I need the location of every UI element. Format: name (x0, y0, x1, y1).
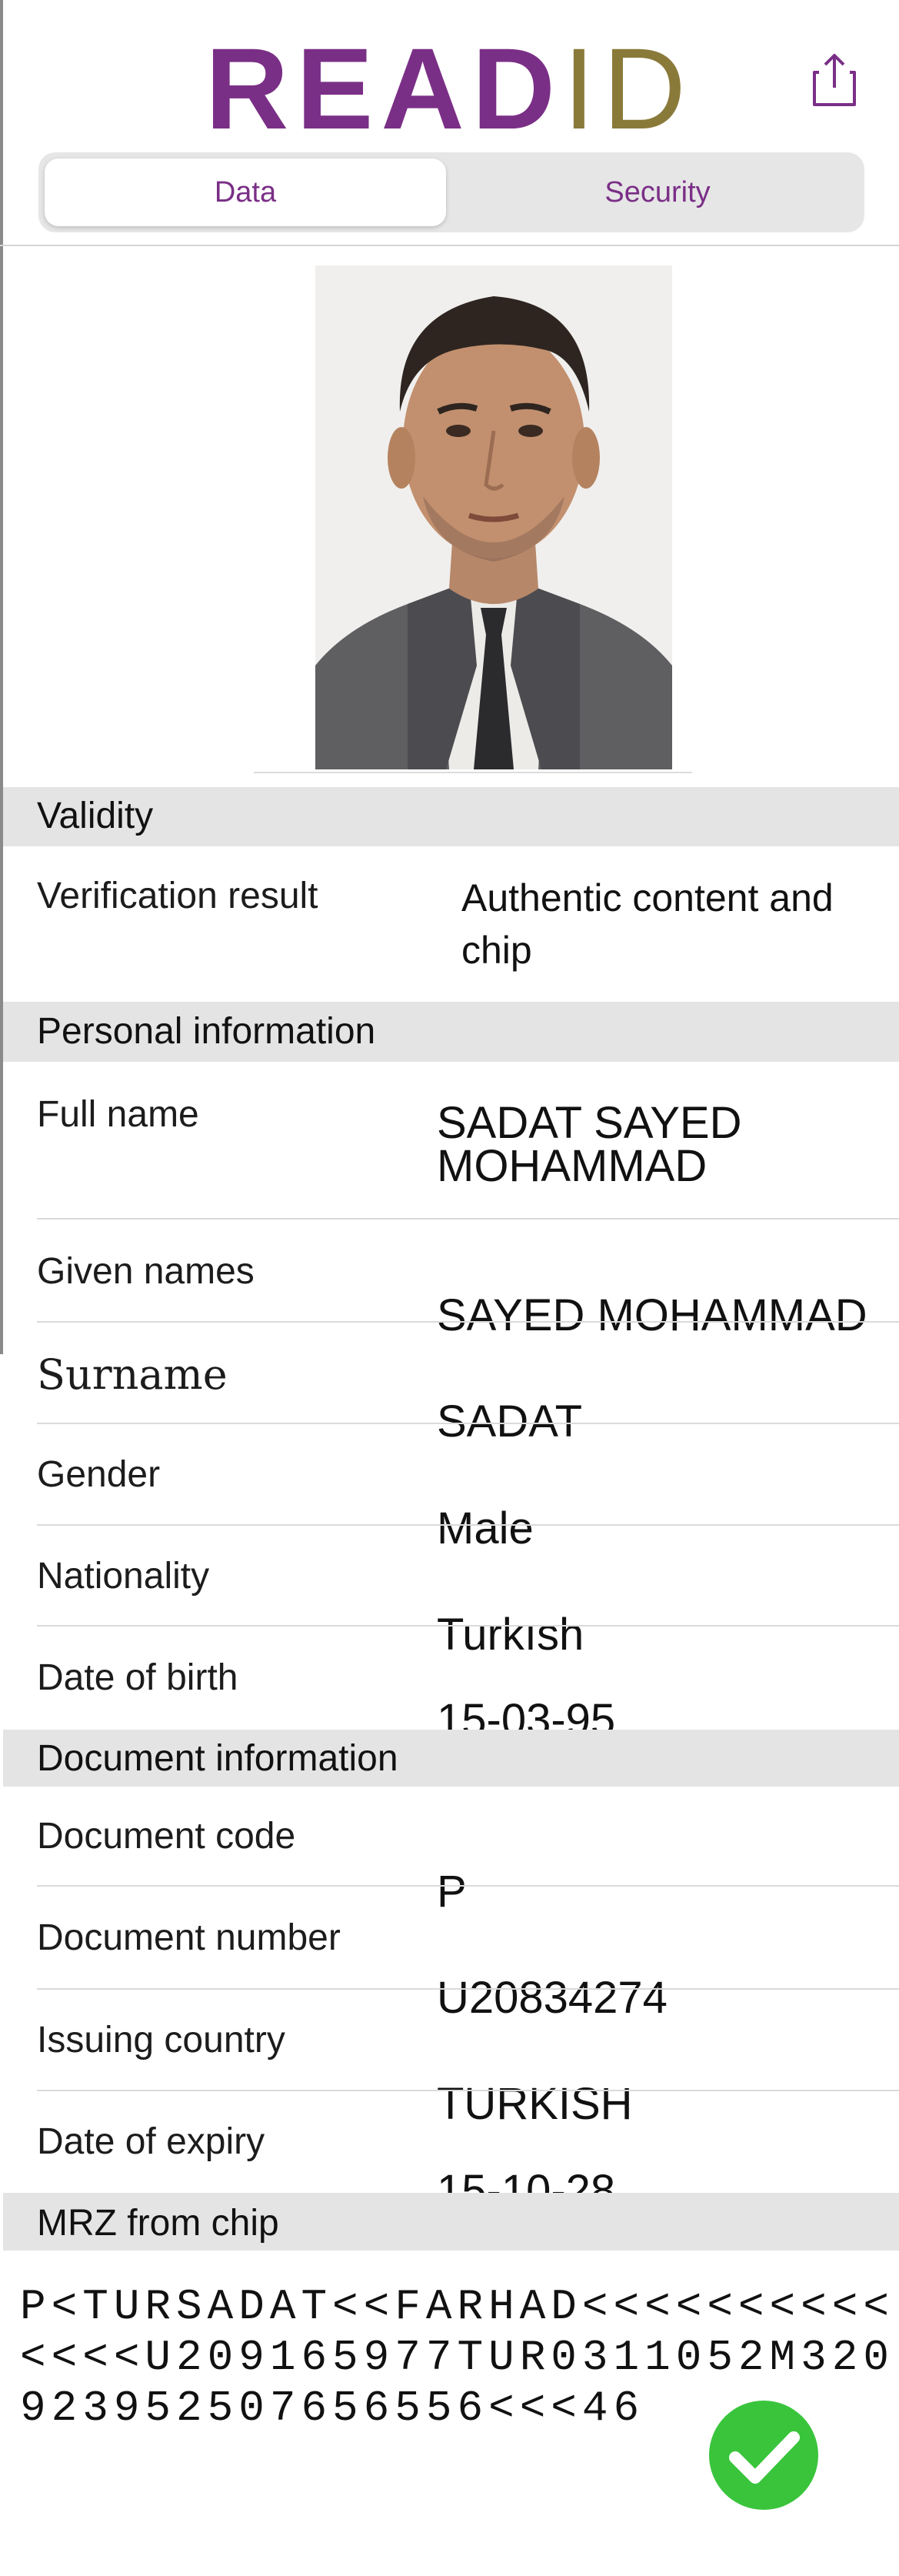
section-personal-information: Personal information (3, 1002, 899, 1062)
check-circle-icon (708, 2399, 820, 2511)
gender-value: Male (437, 1503, 534, 1553)
mrz-line: <<<<U209165977TUR0311052M320 (20, 2333, 894, 2382)
given-names-label: Given names (37, 1251, 255, 1292)
section-title: Personal information (37, 1011, 376, 1052)
surname-value: SADAT (437, 1396, 583, 1446)
logo-read: READ (205, 24, 564, 153)
share-icon[interactable] (811, 52, 857, 108)
photo-divider (254, 772, 692, 773)
document-code-label: Document code (37, 1816, 296, 1857)
nationality-value: Turkısh (437, 1610, 584, 1660)
section-title: Document information (37, 1738, 398, 1779)
left-edge-border (0, 0, 3, 1354)
row-divider (37, 1988, 899, 1990)
surname-label: Surname (37, 1350, 228, 1399)
app-logo: READID (0, 31, 899, 146)
document-code-value: P (437, 1867, 467, 1917)
mrz-line: P<TURSADAT<<FARHAD<<<<<<<<<< (20, 2282, 894, 2331)
nationality-label: Nationality (37, 1556, 210, 1597)
document-number-label: Document number (37, 1917, 341, 1958)
gender-label: Gender (37, 1454, 161, 1495)
segmented-control: Data Security (38, 152, 864, 232)
section-title: MRZ from chip (37, 2203, 279, 2244)
section-mrz: MRZ from chip (3, 2193, 899, 2251)
verification-result-value: Authentic content and chip (461, 876, 834, 972)
date-of-birth-label: Date of birth (37, 1657, 238, 1698)
issuing-country-value: TURKISH (437, 2079, 633, 2129)
holder-photo (315, 265, 672, 769)
verification-result-label: Verification result (37, 876, 318, 916)
issuing-country-label: Issuing country (37, 2020, 285, 2060)
document-number-value: U20834274 (437, 1973, 668, 2023)
section-validity: Validity (3, 787, 899, 846)
row-divider (37, 1218, 899, 1220)
given-names-value: SAYED MOHAMMAD (437, 1290, 867, 1340)
row-divider (37, 1321, 899, 1323)
logo-id: ID (563, 24, 694, 153)
row-divider (37, 1423, 899, 1424)
section-document-information: Document information (3, 1730, 899, 1787)
header-divider (0, 245, 899, 246)
full-name-label: Full name (37, 1094, 199, 1135)
date-of-expiry-label: Date of expiry (37, 2121, 265, 2162)
row-divider (37, 1524, 899, 1526)
tab-data[interactable]: Data (45, 158, 446, 226)
row-divider (37, 2090, 899, 2091)
row-divider (37, 1885, 899, 1887)
row-divider (37, 1625, 899, 1627)
tab-security[interactable]: Security (457, 158, 858, 226)
section-title: Validity (37, 796, 154, 836)
full-name-value: SADAT SAYED MOHAMMAD (437, 1098, 742, 1191)
